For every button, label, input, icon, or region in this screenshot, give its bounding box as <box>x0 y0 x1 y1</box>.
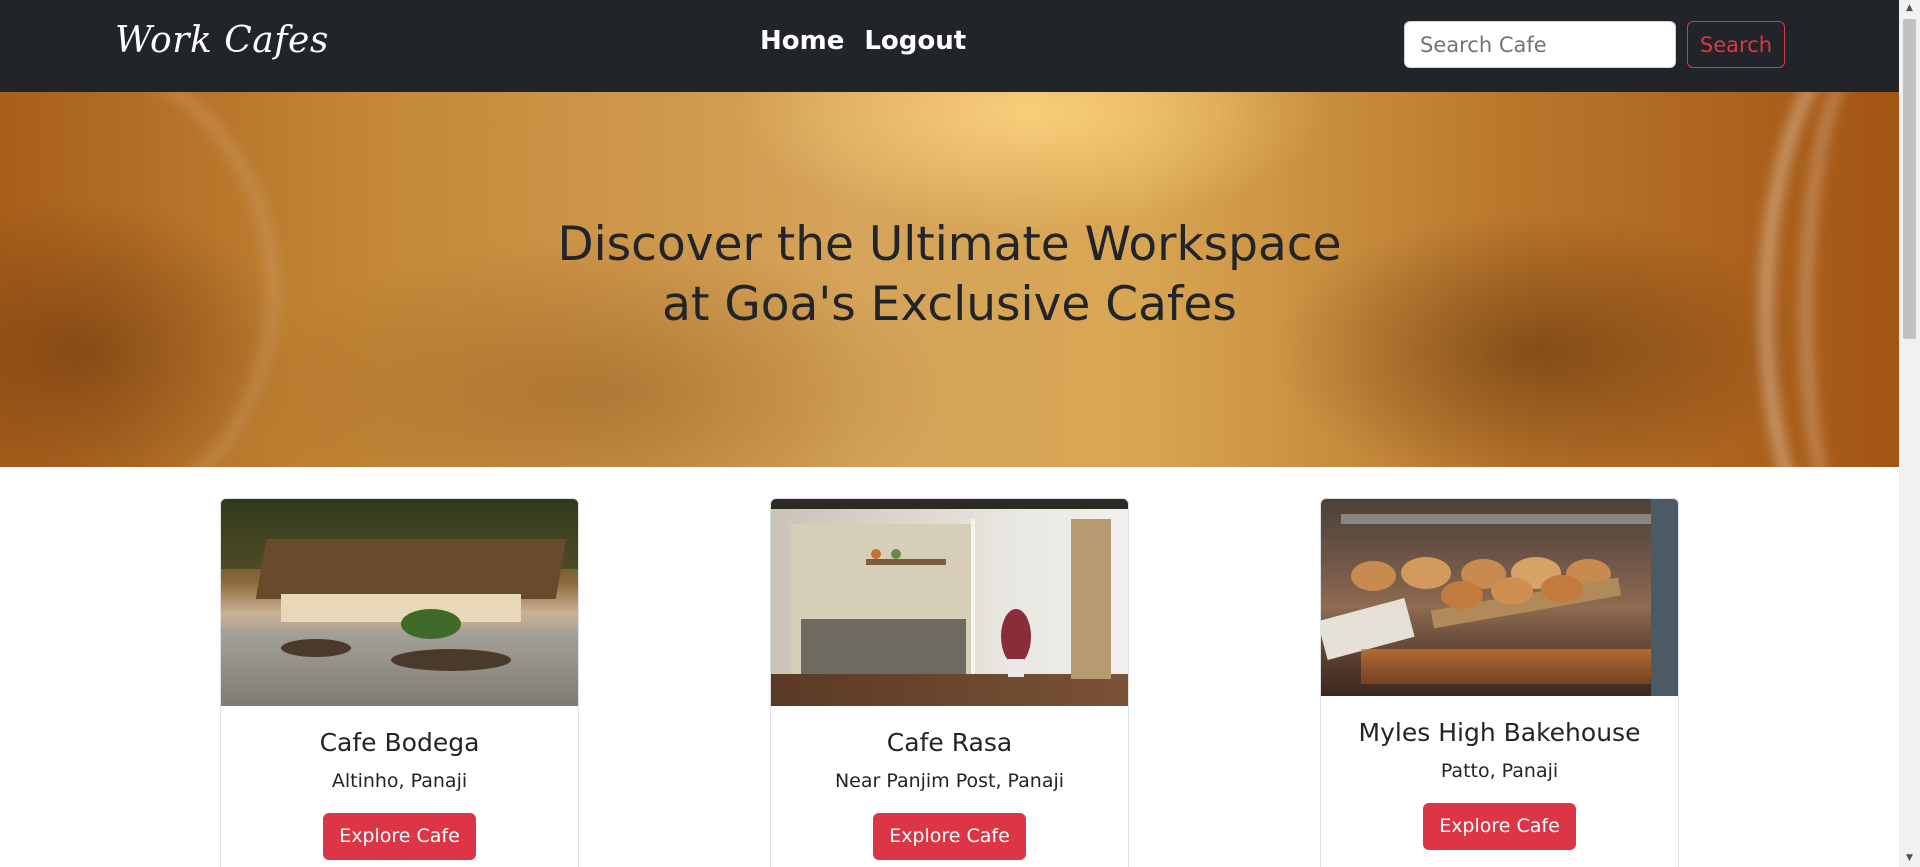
hero-title-line-2: at Goa's Exclusive Cafes <box>662 277 1237 332</box>
explore-cafe-button[interactable]: Explore Cafe <box>323 813 476 860</box>
card-body: Myles High Bakehouse Patto, Panaji Explo… <box>1321 718 1678 850</box>
explore-cafe-button[interactable]: Explore Cafe <box>873 813 1026 860</box>
nav-link-home[interactable]: Home <box>760 26 844 56</box>
nav-link-logout[interactable]: Logout <box>864 26 966 56</box>
search-input[interactable] <box>1404 21 1676 68</box>
scroll-up-arrow-icon[interactable]: ▲ <box>1899 0 1920 17</box>
card-body: Cafe Bodega Altinho, Panaji Explore Cafe <box>221 728 578 860</box>
scroll-down-arrow-icon[interactable]: ▼ <box>1899 850 1920 867</box>
cafe-card: Cafe Bodega Altinho, Panaji Explore Cafe <box>220 498 579 867</box>
cafe-name: Cafe Bodega <box>319 728 480 757</box>
cafe-image <box>771 499 1128 706</box>
page-viewport: Work Cafes Home Logout Search Discover t… <box>0 0 1899 867</box>
cafe-location: Patto, Panaji <box>1440 760 1559 782</box>
cafe-image <box>221 499 578 706</box>
cafe-name: Myles High Bakehouse <box>1358 718 1641 747</box>
nav-links: Home Logout <box>760 26 966 56</box>
explore-cafe-button[interactable]: Explore Cafe <box>1423 803 1576 850</box>
cafe-card: Cafe Rasa Near Panjim Post, Panaji Explo… <box>770 498 1129 867</box>
search-form: Search <box>1404 21 1785 68</box>
cafe-image <box>1321 499 1678 696</box>
card-body: Cafe Rasa Near Panjim Post, Panaji Explo… <box>771 728 1128 860</box>
cafe-name: Cafe Rasa <box>886 728 1013 757</box>
brand-logo[interactable]: Work Cafes <box>115 20 329 61</box>
cafe-location: Near Panjim Post, Panaji <box>834 770 1065 792</box>
cafe-location: Altinho, Panaji <box>331 770 468 792</box>
hero-banner: Discover the Ultimate Workspace at Goa's… <box>0 92 1899 467</box>
hero-title: Discover the Ultimate Workspace at Goa's… <box>0 215 1899 335</box>
page-scrollbar[interactable]: ▲ ▼ <box>1899 0 1920 867</box>
cafe-card: Myles High Bakehouse Patto, Panaji Explo… <box>1320 498 1679 867</box>
search-button[interactable]: Search <box>1687 21 1785 68</box>
scrollbar-thumb[interactable] <box>1903 19 1916 339</box>
hero-title-line-1: Discover the Ultimate Workspace <box>557 217 1342 272</box>
navbar: Work Cafes Home Logout Search <box>0 0 1899 92</box>
